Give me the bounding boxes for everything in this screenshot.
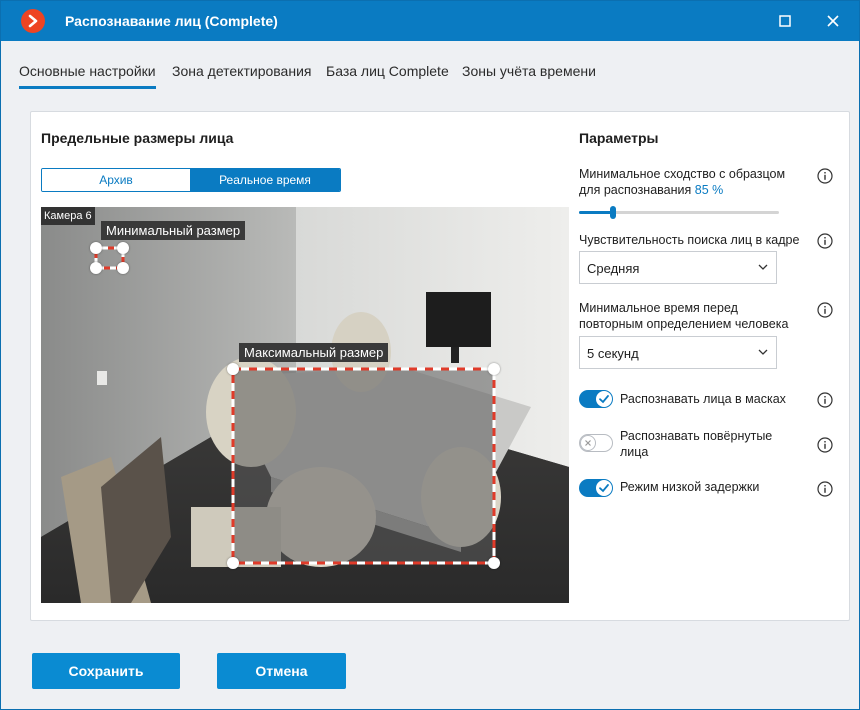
mode-realtime-button[interactable]: Реальное время (190, 169, 340, 191)
min-size-handle-tl[interactable] (90, 242, 102, 254)
min-size-handle-bl[interactable] (90, 262, 102, 274)
similarity-unit: % (712, 183, 724, 197)
low-latency-toggle-label: Режим низкой задержки (620, 480, 760, 494)
settings-panel: Предельные размеры лица Архив Реальное в… (30, 111, 850, 621)
min-time-label: Минимальное время перед повторным опреде… (579, 300, 788, 332)
maximize-icon[interactable] (773, 9, 797, 33)
info-icon[interactable] (817, 302, 833, 318)
masks-toggle-label: Распознавать лица в масках (620, 392, 786, 406)
similarity-value: 85 (694, 183, 709, 197)
max-size-handle-br[interactable] (488, 557, 500, 569)
similarity-slider-thumb[interactable] (610, 206, 616, 219)
min-time-label-line1: Минимальное время перед (579, 301, 738, 315)
tab-basic-settings[interactable]: Основные настройки (19, 63, 156, 89)
toggle-knob (596, 480, 612, 496)
tab-face-database[interactable]: База лиц Complete (326, 63, 449, 79)
min-size-handle-tr[interactable] (117, 242, 129, 254)
tab-detection-zone[interactable]: Зона детектирования (172, 63, 311, 79)
min-time-value: 5 секунд (587, 346, 639, 361)
similarity-label-line2: для распознавания (579, 183, 692, 197)
close-icon[interactable] (821, 9, 845, 33)
cross-icon (585, 440, 591, 446)
min-time-label-line2: повторным определением человека (579, 317, 789, 331)
title-bar: Распознавание лиц (Complete) (1, 1, 859, 41)
max-size-handle-tl[interactable] (227, 363, 239, 375)
app-logo-icon (21, 9, 45, 33)
min-size-handle-br[interactable] (117, 262, 129, 274)
tab-time-tracking-zones[interactable]: Зоны учёта времени (462, 63, 596, 79)
cancel-button[interactable]: Отмена (217, 653, 346, 689)
save-button[interactable]: Сохранить (32, 653, 180, 689)
face-recognition-window: Распознавание лиц (Complete) Основные на… (0, 0, 860, 710)
params-title: Параметры (579, 130, 659, 146)
min-size-label: Минимальный размер (101, 221, 246, 240)
sensitivity-label: Чувствительность поиска лиц в кадре (579, 233, 800, 247)
similarity-label: Минимальное сходство с образцом для расп… (579, 166, 785, 198)
max-size-handle-tr[interactable] (488, 363, 500, 375)
camera-preview[interactable]: Камера 6 Минимальный размер Максимальный… (41, 207, 569, 603)
chevron-down-icon (758, 264, 768, 270)
chevron-down-icon (758, 349, 768, 355)
max-size-label: Максимальный размер (239, 343, 389, 362)
info-icon[interactable] (817, 437, 833, 453)
info-icon[interactable] (817, 168, 833, 184)
rotated-faces-toggle[interactable] (579, 434, 613, 452)
similarity-label-line1: Минимальное сходство с образцом (579, 167, 786, 181)
toggle-knob (596, 391, 612, 407)
mode-switch: Архив Реальное время (41, 168, 341, 192)
rotated-faces-toggle-label: Распознавать повёрнутые лица (620, 428, 772, 460)
min-time-select[interactable]: 5 секунд (579, 336, 777, 369)
sensitivity-value: Средняя (587, 261, 640, 276)
info-icon[interactable] (817, 233, 833, 249)
max-size-handle-bl[interactable] (227, 557, 239, 569)
check-icon (599, 395, 609, 404)
face-sizes-title: Предельные размеры лица (41, 130, 234, 146)
masks-toggle[interactable] (579, 390, 613, 408)
toggle-knob (580, 435, 596, 451)
mode-archive-button[interactable]: Архив (42, 169, 190, 191)
rotated-label-line2: лица (620, 445, 649, 459)
info-icon[interactable] (817, 481, 833, 497)
camera-label: Камера 6 (41, 207, 95, 225)
similarity-slider[interactable] (579, 206, 779, 219)
check-icon (599, 484, 609, 493)
window-title: Распознавание лиц (Complete) (65, 13, 278, 29)
rotated-label-line1: Распознавать повёрнутые (620, 429, 773, 443)
low-latency-toggle[interactable] (579, 479, 613, 497)
sensitivity-select[interactable]: Средняя (579, 251, 777, 284)
similarity-slider-fill (579, 211, 613, 214)
tab-bar: Основные настройки Зона детектирования Б… (1, 41, 859, 91)
info-icon[interactable] (817, 392, 833, 408)
